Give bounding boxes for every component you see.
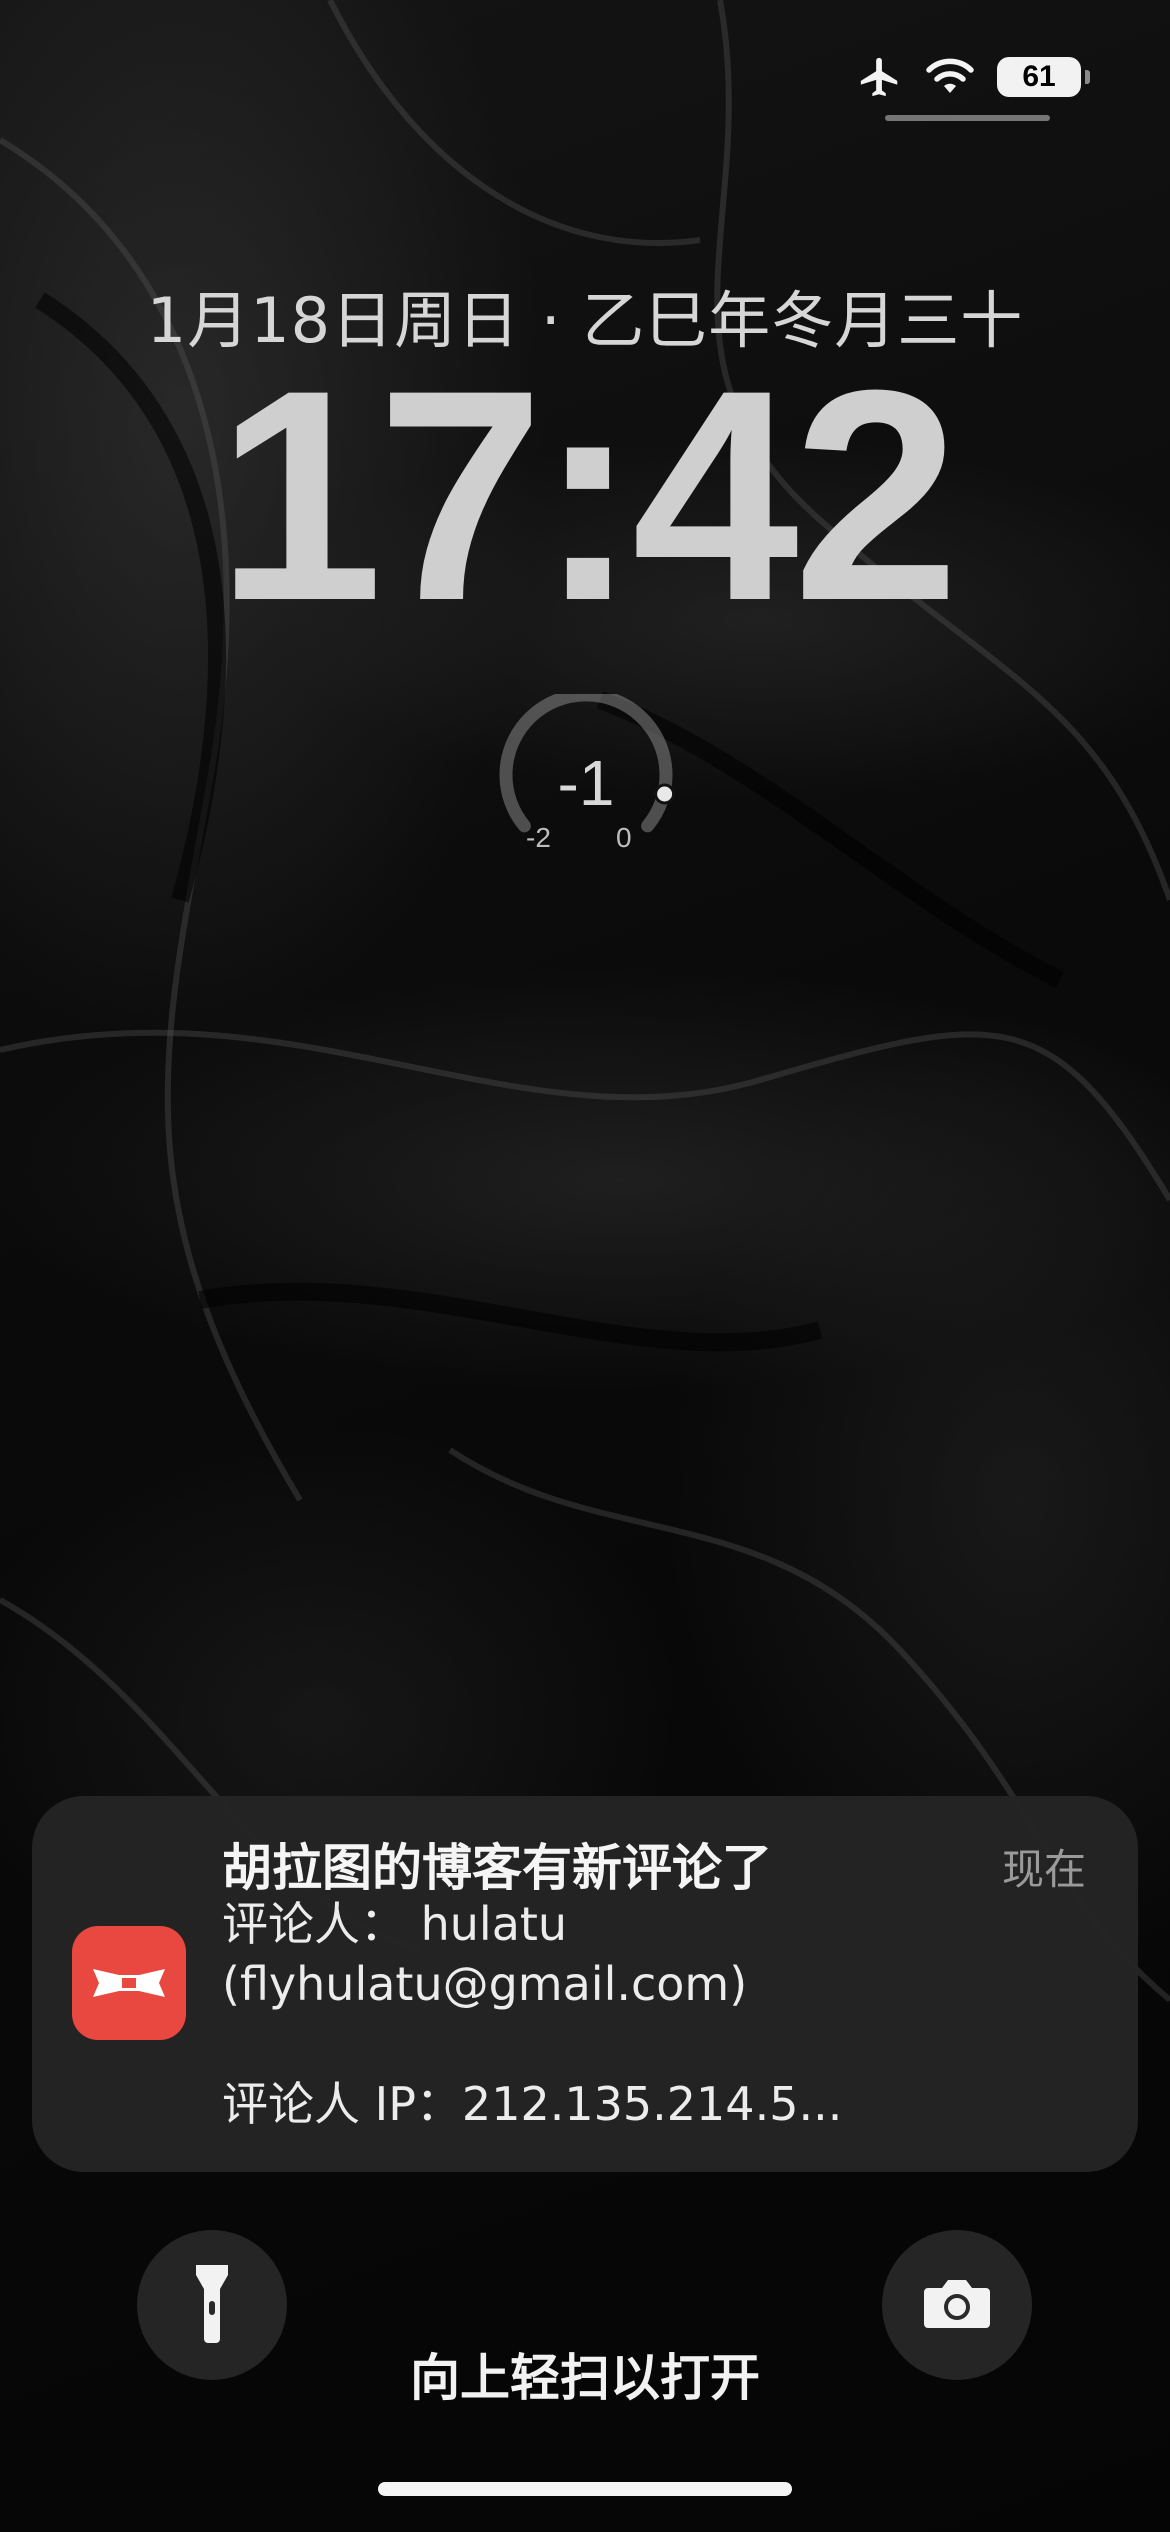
notification-title: 胡拉图的博客有新评论了 bbox=[222, 1839, 772, 1897]
gauge-widget[interactable]: -1 -2 0 bbox=[494, 694, 678, 864]
notification-line bbox=[222, 2014, 1082, 2074]
gauge-value: -1 bbox=[557, 747, 615, 819]
status-bar: 61 bbox=[857, 52, 1090, 102]
notification-card[interactable]: 胡拉图的博客有新评论了 现在 评论人： hulatu (flyhulatu@gm… bbox=[32, 1796, 1138, 2172]
camera-icon bbox=[922, 2276, 992, 2334]
gauge-min-label: -2 bbox=[526, 822, 551, 853]
notification-time: 现在 bbox=[1001, 1845, 1086, 1894]
blog-app-icon bbox=[72, 1926, 186, 2040]
gauge-max-label: 0 bbox=[616, 822, 632, 853]
airplane-icon bbox=[857, 54, 903, 100]
notification-body: 评论人： hulatu (flyhulatu@gmail.com) 评论人 IP… bbox=[222, 1894, 1082, 2134]
home-indicator[interactable] bbox=[378, 2482, 792, 2496]
battery-cap bbox=[1085, 70, 1090, 84]
battery-indicator: 61 bbox=[997, 57, 1090, 97]
notification-line: (flyhulatu@gmail.com) bbox=[222, 1957, 748, 2011]
status-underline bbox=[885, 115, 1050, 121]
lock-time: 17:42 bbox=[216, 327, 959, 663]
wifi-icon bbox=[925, 57, 975, 97]
battery-level: 61 bbox=[997, 57, 1081, 97]
flashlight-icon bbox=[192, 2261, 232, 2349]
notification-line: 评论人： hulatu bbox=[222, 1897, 568, 1951]
notification-line: 评论人 IP：212.135.214.5... bbox=[222, 2077, 843, 2131]
swipe-up-hint: 向上轻扫以打开 bbox=[410, 2349, 760, 2407]
